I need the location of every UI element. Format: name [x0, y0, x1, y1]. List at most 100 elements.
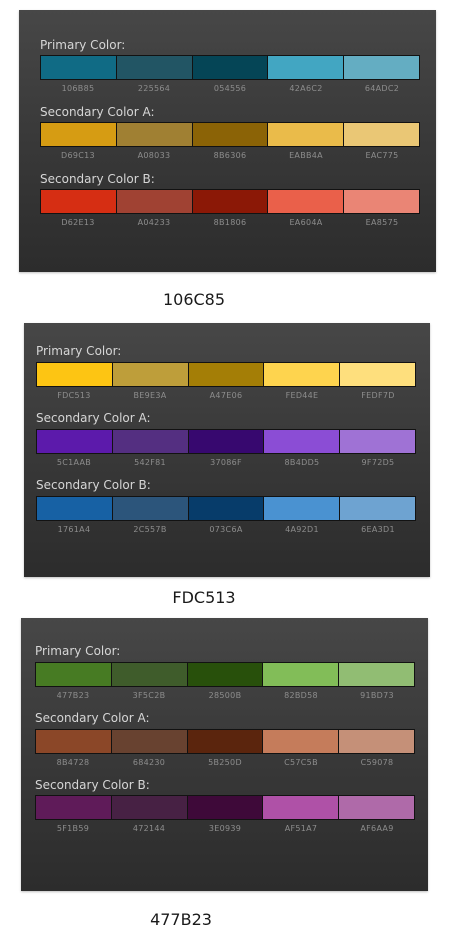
color-swatch[interactable]: [188, 430, 265, 453]
hex-code: 42A6C2: [289, 84, 323, 93]
color-swatch[interactable]: [116, 56, 193, 79]
color-swatch[interactable]: [116, 123, 193, 146]
palette-caption-3: 477B23: [150, 910, 212, 929]
color-swatch[interactable]: [188, 497, 265, 520]
color-swatch[interactable]: [192, 56, 269, 79]
hex-code: 472144: [132, 824, 166, 833]
hex-code: FED44E: [285, 391, 319, 400]
color-swatch[interactable]: [339, 730, 414, 753]
color-swatch[interactable]: [111, 796, 188, 819]
hex-code: EAC775: [365, 151, 399, 160]
secondary-b-hex-codes: 5F1B59 472144 3E0939 AF51A7 AF6AA9: [35, 824, 415, 833]
color-swatch[interactable]: [116, 190, 193, 213]
hex-code: 684230: [132, 758, 166, 767]
color-swatch[interactable]: [36, 730, 112, 753]
color-swatch[interactable]: [344, 56, 419, 79]
hex-code: 3E0939: [208, 824, 242, 833]
color-swatch[interactable]: [187, 663, 264, 686]
palette-card-2: Primary Color: FDC513 BE9E3A A47E06 FED4…: [24, 323, 430, 577]
primary-color-label: Primary Color:: [36, 344, 122, 358]
color-swatch[interactable]: [111, 663, 188, 686]
palette-card-3: Primary Color: 477B23 3F5C2B 28500B 82BD…: [21, 618, 428, 891]
hex-code: 8B4728: [56, 758, 90, 767]
color-swatch[interactable]: [340, 430, 415, 453]
hex-code: 073C6A: [209, 525, 243, 534]
color-swatch[interactable]: [41, 190, 117, 213]
color-swatch[interactable]: [340, 497, 415, 520]
hex-code: 2C557B: [133, 525, 167, 534]
color-swatch[interactable]: [268, 123, 345, 146]
color-swatch[interactable]: [268, 190, 345, 213]
color-swatch[interactable]: [36, 663, 112, 686]
color-swatch[interactable]: [112, 363, 189, 386]
color-swatch[interactable]: [264, 430, 341, 453]
color-swatch[interactable]: [111, 730, 188, 753]
secondary-a-label: Secondary Color A:: [35, 711, 150, 725]
hex-code: AF51A7: [284, 824, 318, 833]
primary-swatch-row: [35, 662, 415, 687]
color-swatch[interactable]: [187, 796, 264, 819]
color-swatch[interactable]: [263, 796, 340, 819]
hex-code: EA604A: [289, 218, 323, 227]
hex-code: 4A92D1: [285, 525, 319, 534]
secondary-b-label: Secondary Color B:: [35, 778, 150, 792]
secondary-b-hex-codes: 1761A4 2C557B 073C6A 4A92D1 6EA3D1: [36, 525, 416, 534]
secondary-a-swatch-row: [40, 122, 420, 147]
primary-color-label: Primary Color:: [35, 644, 121, 658]
color-swatch[interactable]: [264, 363, 341, 386]
palette-card-1: Primary Color: 106B85 225564 054556 42A6…: [19, 10, 436, 272]
color-swatch[interactable]: [339, 663, 414, 686]
hex-code: D62E13: [61, 218, 95, 227]
primary-swatch-row: [40, 55, 420, 80]
color-swatch[interactable]: [344, 190, 419, 213]
color-swatch[interactable]: [263, 730, 340, 753]
color-swatch[interactable]: [36, 796, 112, 819]
color-swatch[interactable]: [112, 430, 189, 453]
hex-code: 106B85: [61, 84, 95, 93]
color-swatch[interactable]: [187, 730, 264, 753]
primary-hex-codes: 106B85 225564 054556 42A6C2 64ADC2: [40, 84, 420, 93]
hex-code: D69C13: [61, 151, 95, 160]
hex-code: 6EA3D1: [361, 525, 395, 534]
hex-code: FDC513: [57, 391, 91, 400]
color-swatch[interactable]: [41, 123, 117, 146]
color-swatch[interactable]: [192, 123, 269, 146]
hex-code: FEDF7D: [361, 391, 395, 400]
hex-code: 3F5C2B: [132, 691, 166, 700]
secondary-b-swatch-row: [35, 795, 415, 820]
secondary-b-swatch-row: [36, 496, 416, 521]
primary-hex-codes: FDC513 BE9E3A A47E06 FED44E FEDF7D: [36, 391, 416, 400]
primary-swatch-row: [36, 362, 416, 387]
hex-code: 8B1806: [213, 218, 247, 227]
color-swatch[interactable]: [344, 123, 419, 146]
color-swatch[interactable]: [37, 363, 113, 386]
palette-caption-1: 106C85: [162, 290, 226, 309]
color-swatch[interactable]: [37, 497, 113, 520]
color-swatch[interactable]: [264, 497, 341, 520]
hex-code: 8B4DD5: [284, 458, 320, 467]
color-swatch[interactable]: [41, 56, 117, 79]
secondary-a-swatch-row: [35, 729, 415, 754]
secondary-a-hex-codes: 8B4728 684230 5B250D C57C5B C59078: [35, 758, 415, 767]
color-swatch[interactable]: [339, 796, 414, 819]
secondary-a-hex-codes: D69C13 A08033 8B6306 EABB4A EAC775: [40, 151, 420, 160]
color-swatch[interactable]: [263, 663, 340, 686]
color-swatch[interactable]: [112, 497, 189, 520]
color-swatch[interactable]: [268, 56, 345, 79]
secondary-a-label: Secondary Color A:: [36, 411, 151, 425]
hex-code: 477B23: [56, 691, 90, 700]
hex-code: 1761A4: [57, 525, 91, 534]
hex-code: A04233: [137, 218, 171, 227]
secondary-a-swatch-row: [36, 429, 416, 454]
secondary-b-label: Secondary Color B:: [36, 478, 151, 492]
color-swatch[interactable]: [37, 430, 113, 453]
color-swatch[interactable]: [192, 190, 269, 213]
color-swatch[interactable]: [340, 363, 415, 386]
hex-code: 91BD73: [360, 691, 394, 700]
secondary-b-hex-codes: D62E13 A04233 8B1806 EA604A EA8575: [40, 218, 420, 227]
secondary-a-label: Secondary Color A:: [40, 105, 155, 119]
color-swatch[interactable]: [188, 363, 265, 386]
hex-code: 054556: [213, 84, 247, 93]
primary-color-label: Primary Color:: [40, 38, 126, 52]
hex-code: 8B6306: [213, 151, 247, 160]
